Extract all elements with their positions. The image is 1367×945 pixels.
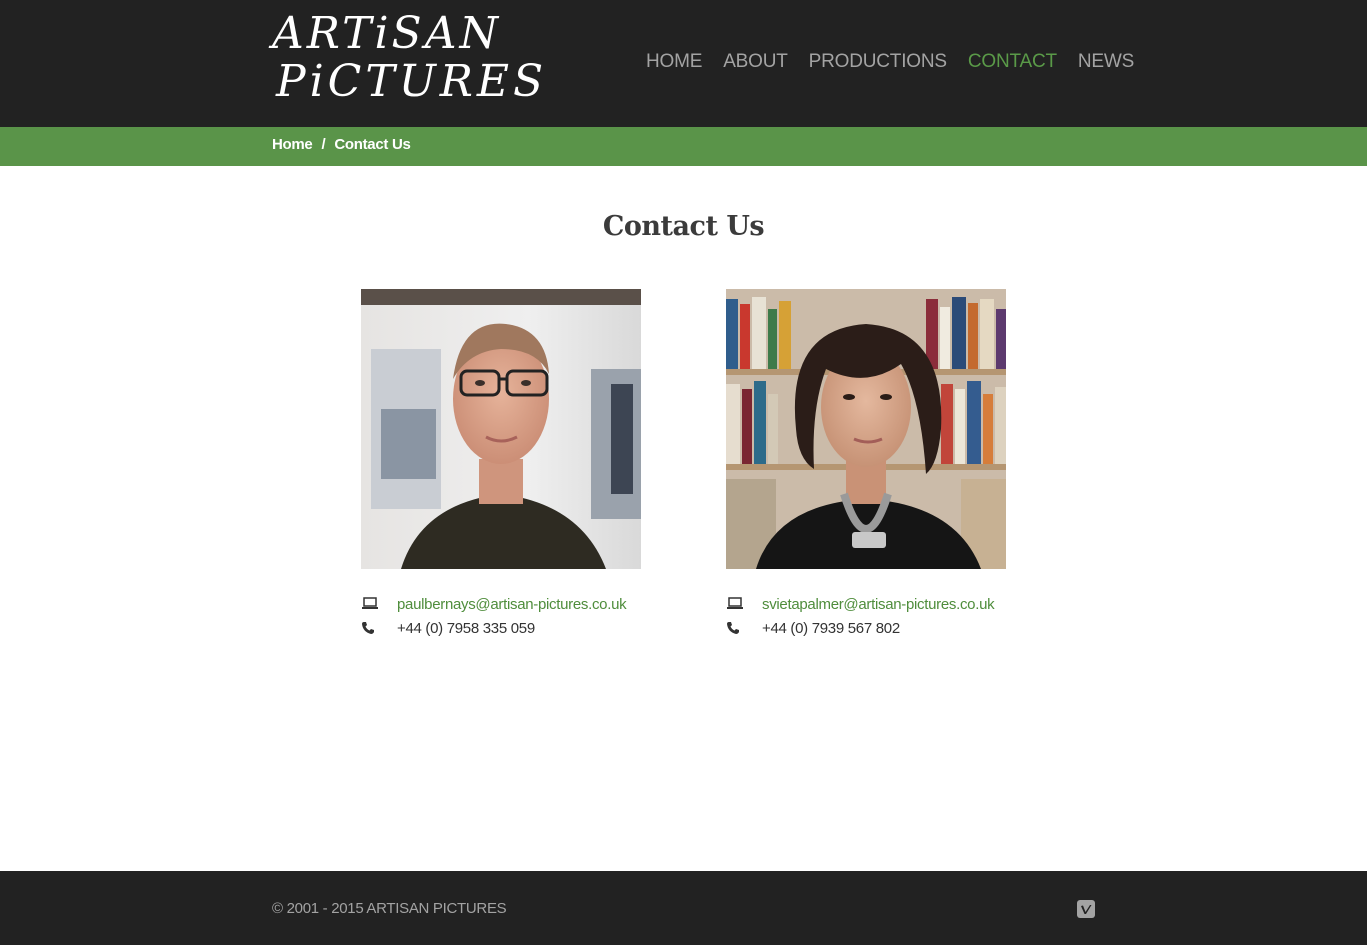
contact-phone: +44 (0) 7958 335 059 bbox=[397, 619, 535, 637]
contact-email-row: svietapalmer@artisan-pictures.co.uk bbox=[726, 592, 1046, 616]
nav-news[interactable]: NEWS bbox=[1078, 48, 1134, 76]
breadcrumb-current: Contact Us bbox=[334, 136, 411, 153]
main-nav: HOME ABOUT PRODUCTIONS CONTACT NEWS bbox=[646, 48, 1134, 76]
nav-home[interactable]: HOME bbox=[646, 48, 702, 76]
laptop-icon bbox=[726, 597, 762, 611]
contact-email-link[interactable]: svietapalmer@artisan-pictures.co.uk bbox=[762, 596, 995, 613]
contact-phone-row: +44 (0) 7958 335 059 bbox=[361, 616, 681, 640]
page-title: Contact Us bbox=[602, 211, 765, 242]
contact-phone: +44 (0) 7939 567 802 bbox=[762, 619, 900, 637]
vimeo-icon[interactable] bbox=[1077, 900, 1095, 918]
phone-icon bbox=[726, 621, 762, 635]
contact-card: svietapalmer@artisan-pictures.co.uk +44 … bbox=[726, 289, 1026, 637]
contact-phone-row: +44 (0) 7939 567 802 bbox=[726, 616, 1046, 640]
laptop-icon bbox=[361, 597, 397, 611]
page: ARTiSAN PiCTURES HOME ABOUT PRODUCTIONS … bbox=[0, 0, 1367, 945]
contact-email-row: paulbernays@artisan-pictures.co.uk bbox=[361, 592, 681, 616]
nav-productions[interactable]: PRODUCTIONS bbox=[809, 48, 947, 76]
site-footer: © 2001 - 2015 ARTISAN PICTURES bbox=[0, 871, 1367, 945]
breadcrumb-bar: Home / Contact Us bbox=[0, 127, 1367, 166]
breadcrumb-separator: / bbox=[321, 136, 326, 153]
contact-details: svietapalmer@artisan-pictures.co.uk +44 … bbox=[726, 592, 1046, 640]
site-header: ARTiSAN PiCTURES HOME ABOUT PRODUCTIONS … bbox=[0, 0, 1367, 127]
contact-email-link[interactable]: paulbernays@artisan-pictures.co.uk bbox=[397, 596, 627, 613]
contact-photo bbox=[726, 289, 1006, 569]
contact-details: paulbernays@artisan-pictures.co.uk +44 (… bbox=[361, 592, 681, 640]
logo-line-2: PiCTURES bbox=[276, 56, 548, 107]
contact-photo bbox=[361, 289, 641, 569]
breadcrumb-home-link[interactable]: Home bbox=[272, 136, 313, 153]
site-logo[interactable]: ARTiSAN PiCTURES bbox=[272, 8, 548, 114]
copyright-text: © 2001 - 2015 ARTISAN PICTURES bbox=[272, 900, 507, 917]
nav-about[interactable]: ABOUT bbox=[723, 48, 788, 76]
phone-icon bbox=[361, 621, 397, 635]
nav-contact[interactable]: CONTACT bbox=[968, 48, 1057, 76]
breadcrumb: Home / Contact Us bbox=[272, 136, 411, 153]
logo-line-1: ARTiSAN bbox=[272, 8, 501, 59]
contact-card: paulbernays@artisan-pictures.co.uk +44 (… bbox=[361, 289, 661, 637]
